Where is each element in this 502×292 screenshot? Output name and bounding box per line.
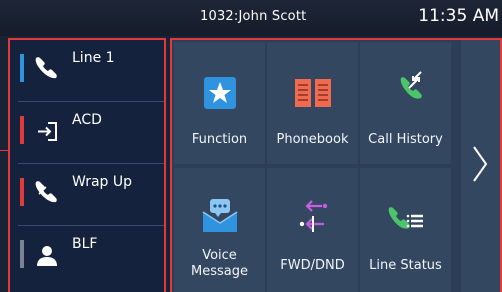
tile-label-line2: Message (191, 264, 248, 279)
tile-label: Function (191, 132, 248, 147)
next-page-button[interactable] (461, 40, 500, 292)
clock: 11:35 AM (418, 6, 499, 26)
book-icon (295, 79, 331, 107)
status-indicator (20, 116, 24, 144)
line-status-tile[interactable]: Line Status (360, 168, 451, 292)
login-arrow-icon (38, 122, 57, 141)
account-name: 1032:John Scott (200, 9, 307, 24)
voicemail-icon (202, 199, 238, 232)
person-icon (37, 246, 57, 266)
account-key-label: BLF (72, 236, 98, 252)
status-indicator (20, 178, 24, 206)
chevron-right-icon (473, 146, 488, 182)
tile-label-line1: Voice (202, 248, 237, 263)
status-indicator (20, 54, 24, 82)
star-icon (204, 77, 236, 109)
function-tile[interactable]: Function (174, 42, 265, 164)
account-key-blf[interactable]: BLF (10, 226, 164, 288)
account-key-label: Line 1 (72, 50, 115, 66)
menu-grid: Function Phonebook Call History Voice Me… (170, 38, 502, 292)
tile-label: Call History (368, 132, 443, 147)
handset-wrapup-icon (35, 181, 57, 203)
line-status-icon (388, 207, 423, 229)
status-indicator (20, 240, 24, 268)
call-history-icon (400, 71, 422, 99)
phonebook-tile[interactable]: Phonebook (267, 42, 358, 164)
forward-dnd-icon (299, 200, 328, 232)
tile-label: Line Status (369, 258, 442, 273)
account-keys-panel: Line 1 ACD Wrap Up BLF (8, 38, 166, 292)
highlight-marker (0, 150, 8, 151)
status-bar: 1032:John Scott 11:35 AM (0, 0, 502, 36)
tile-label: Phonebook (276, 132, 349, 147)
fwd-dnd-tile[interactable]: FWD/DND (267, 168, 358, 292)
phone-screen: 1032:John Scott 11:35 AM Line 1 ACD Wrap… (0, 0, 502, 292)
account-key-label: Wrap Up (72, 174, 133, 190)
handset-icon (35, 57, 57, 79)
account-key-line1[interactable]: Line 1 (10, 40, 164, 102)
account-key-label: ACD (72, 112, 102, 128)
voice-message-tile[interactable]: Voice Message (174, 168, 265, 292)
tile-label: FWD/DND (280, 258, 345, 273)
account-key-wrap-up[interactable]: Wrap Up (10, 164, 164, 226)
account-key-acd[interactable]: ACD (10, 102, 164, 164)
call-history-tile[interactable]: Call History (360, 42, 451, 164)
